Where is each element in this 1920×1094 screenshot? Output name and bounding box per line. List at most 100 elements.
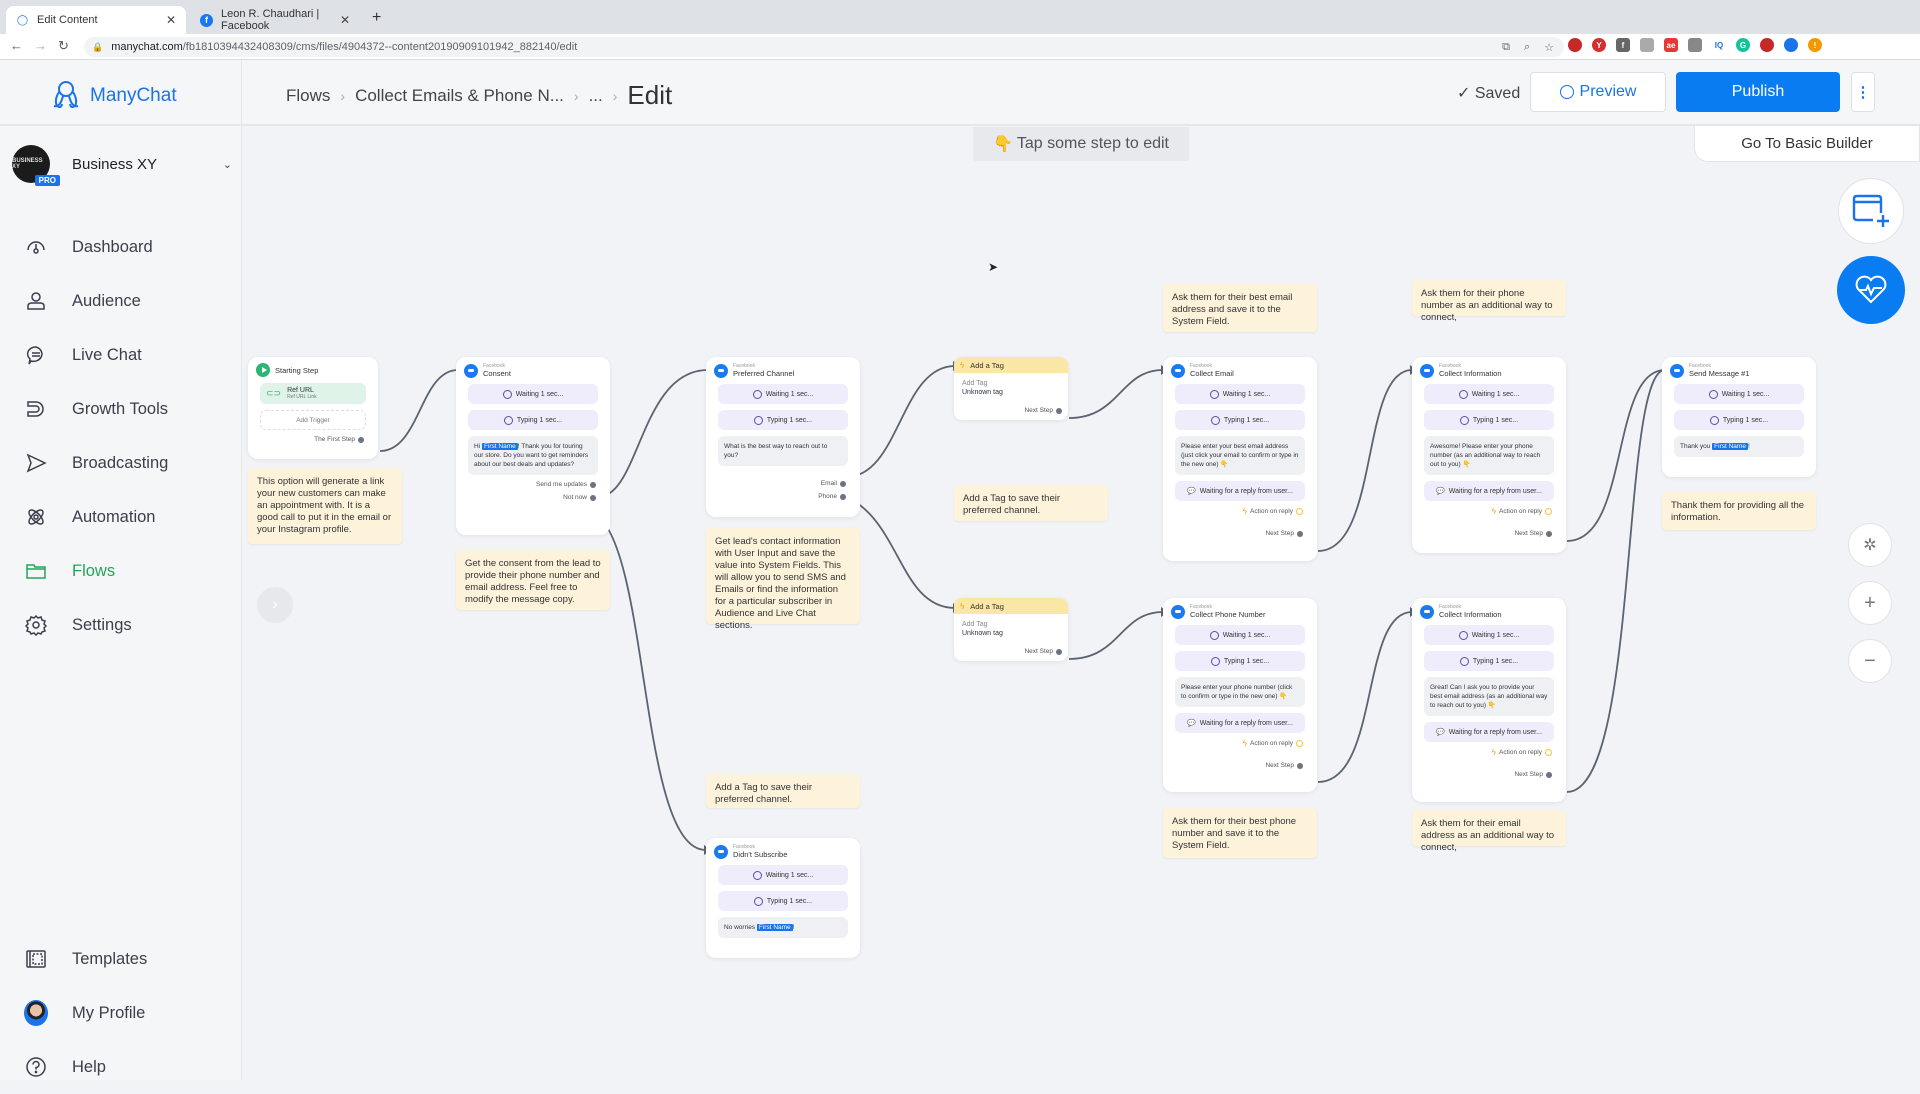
sidebar-item-live-chat[interactable]: Live Chat <box>0 328 242 382</box>
collect-information-card-1[interactable]: Facebook Collect Information Waiting 1 se… <box>1412 357 1566 553</box>
send-message-card[interactable]: Facebook Send Message #1 Waiting 1 sec...… <box>1662 357 1816 477</box>
adblock-icon[interactable] <box>1760 38 1774 52</box>
expand-panel-button[interactable]: › <box>257 587 293 623</box>
close-tab-icon[interactable]: ✕ <box>340 13 350 27</box>
sidebar-item-help[interactable]: Help <box>0 1040 242 1094</box>
action-on-reply-port[interactable]: ϟ Action on reply <box>1171 739 1309 748</box>
extension-icon[interactable] <box>1568 38 1582 52</box>
tab-edit-content[interactable]: ◯ Edit Content ✕ <box>6 6 186 34</box>
extension-icon[interactable]: IQ <box>1712 38 1726 52</box>
didnt-subscribe-card[interactable]: Facebook Didn't Subscribe Waiting 1 sec..… <box>706 838 860 958</box>
collect-phone-card[interactable]: Facebook Collect Phone Number Waiting 1 s… <box>1163 598 1317 792</box>
collect-information-card-2[interactable]: Facebook Collect Information Waiting 1 se… <box>1412 598 1566 802</box>
reload-icon[interactable]: ↻ <box>58 38 69 54</box>
kebab-icon: ⋮ <box>1855 84 1871 101</box>
add-step-button[interactable] <box>1838 178 1904 244</box>
magic-wand-icon: ✲ <box>1863 537 1877 554</box>
flow-health-button[interactable] <box>1837 256 1905 324</box>
zoom-in-button[interactable]: + <box>1848 581 1892 625</box>
pointing-hand-icon: 👇 <box>992 136 1013 153</box>
breadcrumb-flows[interactable]: Flows <box>286 86 330 106</box>
output-port[interactable]: Next Step <box>954 407 1068 414</box>
breadcrumb-flow-name[interactable]: Collect Emails & Phone N... <box>355 86 564 106</box>
go-to-basic-builder-button[interactable]: Go To Basic Builder <box>1694 126 1920 162</box>
note-email[interactable]: Ask them for their best email address an… <box>1163 284 1317 332</box>
extension-icon[interactable] <box>1640 38 1654 52</box>
chevron-right-icon: › <box>272 596 278 613</box>
action-on-reply-port[interactable]: ϟ Action on reply <box>1171 507 1309 516</box>
url-input[interactable]: 🔒 manychat.com /fb1810394432408309/cms/f… <box>84 37 1564 57</box>
new-tab-button[interactable]: + <box>372 9 381 27</box>
consent-card[interactable]: Facebook Consent Waiting 1 sec... Typing … <box>456 357 610 535</box>
note-tag-low[interactable]: Add a Tag to save their preferred channe… <box>706 774 860 808</box>
button-email[interactable]: Email <box>714 480 852 487</box>
back-icon[interactable]: ← <box>10 38 23 53</box>
sidebar-item-broadcasting[interactable]: Broadcasting <box>0 436 242 490</box>
next-step-port[interactable]: Next Step <box>1420 771 1558 778</box>
more-options-button[interactable]: ⋮ <box>1851 72 1875 112</box>
add-tag-card-2[interactable]: ϟ Add a Tag Add Tag Unknown tag Next Step <box>954 598 1068 661</box>
sidebar-item-settings[interactable]: Settings <box>0 598 242 652</box>
lock-icon: 🔒 <box>92 41 104 52</box>
account-switcher[interactable]: BUSINESS XY PRO Business XY ⌄ <box>12 142 232 186</box>
next-step-port[interactable]: Next Step <box>1420 530 1558 537</box>
extension-icon[interactable]: ae <box>1664 38 1678 52</box>
ref-url-trigger[interactable]: ⊂⊃ Ref URL Ref URL Link <box>260 383 366 404</box>
button-send-me-updates[interactable]: Send me updates <box>464 481 602 488</box>
sidebar-item-automation[interactable]: Automation <box>0 490 242 544</box>
action-on-reply-port[interactable]: ϟ Action on reply <box>1420 507 1558 516</box>
bookmark-star-icon[interactable]: ☆ <box>1544 41 1554 54</box>
breadcrumb-ellipsis[interactable]: ... <box>589 86 603 106</box>
clock-icon <box>752 870 762 880</box>
sidebar-item-templates[interactable]: Templates <box>0 932 242 986</box>
tab-title: Leon R. Chaudhari | Facebook <box>221 8 320 32</box>
button-not-now[interactable]: Not now <box>464 494 602 501</box>
update-icon[interactable]: ! <box>1808 38 1822 52</box>
starting-step-card[interactable]: Starting Step ⊂⊃ Ref URL Ref URL Link Add… <box>248 357 378 459</box>
sidebar-item-dashboard[interactable]: Dashboard <box>0 220 242 274</box>
preview-button[interactable]: Preview <box>1530 72 1666 112</box>
note-email-additional[interactable]: Ask them for their email address as an a… <box>1412 810 1566 853</box>
messenger-icon <box>464 363 478 378</box>
next-step-port[interactable]: Next Step <box>1171 762 1309 769</box>
note-consent[interactable]: Get the consent from the lead to provide… <box>456 550 610 610</box>
profile-avatar-icon[interactable] <box>1784 38 1798 52</box>
sidebar-item-my-profile[interactable]: My Profile <box>0 986 242 1040</box>
account-avatar: BUSINESS XY PRO <box>12 145 60 186</box>
add-trigger-button[interactable]: Add Trigger <box>260 410 366 430</box>
forward-icon[interactable]: → <box>34 38 47 53</box>
extension-icon[interactable]: Y <box>1592 38 1606 52</box>
collect-email-card[interactable]: Facebook Collect Email Waiting 1 sec... T… <box>1163 357 1317 561</box>
breadcrumb: Flows › Collect Emails & Phone N... › ..… <box>286 80 672 111</box>
button-phone[interactable]: Phone <box>714 493 852 500</box>
extension-icon[interactable] <box>1688 38 1702 52</box>
note-thanks[interactable]: Thank them for providing all the informa… <box>1662 492 1816 530</box>
add-tag-card-1[interactable]: ϟ Add a Tag Add Tag Unknown tag Next Step <box>954 357 1068 420</box>
preferred-channel-card[interactable]: Facebook Preferred Channel Waiting 1 sec.… <box>706 357 860 517</box>
sidebar-item-flows[interactable]: Flows <box>0 544 242 598</box>
note-preferred[interactable]: Get lead's contact information with User… <box>706 528 860 631</box>
note-start[interactable]: This option will generate a link your ne… <box>248 468 402 544</box>
note-phone[interactable]: Ask them for their best phone number and… <box>1163 808 1317 858</box>
divider <box>0 124 242 126</box>
note-phone-additional[interactable]: Ask them for their phone number as an ad… <box>1412 280 1566 323</box>
note-tag-mid[interactable]: Add a Tag to save their preferred channe… <box>954 485 1108 521</box>
message-text: No worries First Name! <box>718 917 848 938</box>
output-port[interactable]: The First Step <box>256 436 370 443</box>
output-port[interactable]: Next Step <box>954 648 1068 655</box>
tab-facebook[interactable]: f Leon R. Chaudhari | Facebook ✕ <box>190 6 360 34</box>
action-on-reply-port[interactable]: ϟ Action on reply <box>1420 748 1558 757</box>
manychat-logo[interactable]: ManyChat <box>48 78 177 114</box>
translate-icon[interactable]: ⧉ <box>1502 41 1510 54</box>
zoom-icon[interactable]: ⌕ <box>1524 41 1530 54</box>
auto-arrange-button[interactable]: ✲ <box>1848 523 1892 567</box>
clock-icon <box>1459 415 1469 425</box>
grammarly-icon[interactable]: G <box>1736 38 1750 52</box>
next-step-port[interactable]: Next Step <box>1171 530 1309 537</box>
close-tab-icon[interactable]: ✕ <box>166 13 176 27</box>
extension-icon[interactable]: f <box>1616 38 1630 52</box>
publish-button[interactable]: Publish <box>1676 72 1840 112</box>
sidebar-item-growth-tools[interactable]: Growth Tools <box>0 382 242 436</box>
zoom-out-button[interactable]: − <box>1848 639 1892 683</box>
sidebar-item-audience[interactable]: Audience <box>0 274 242 328</box>
